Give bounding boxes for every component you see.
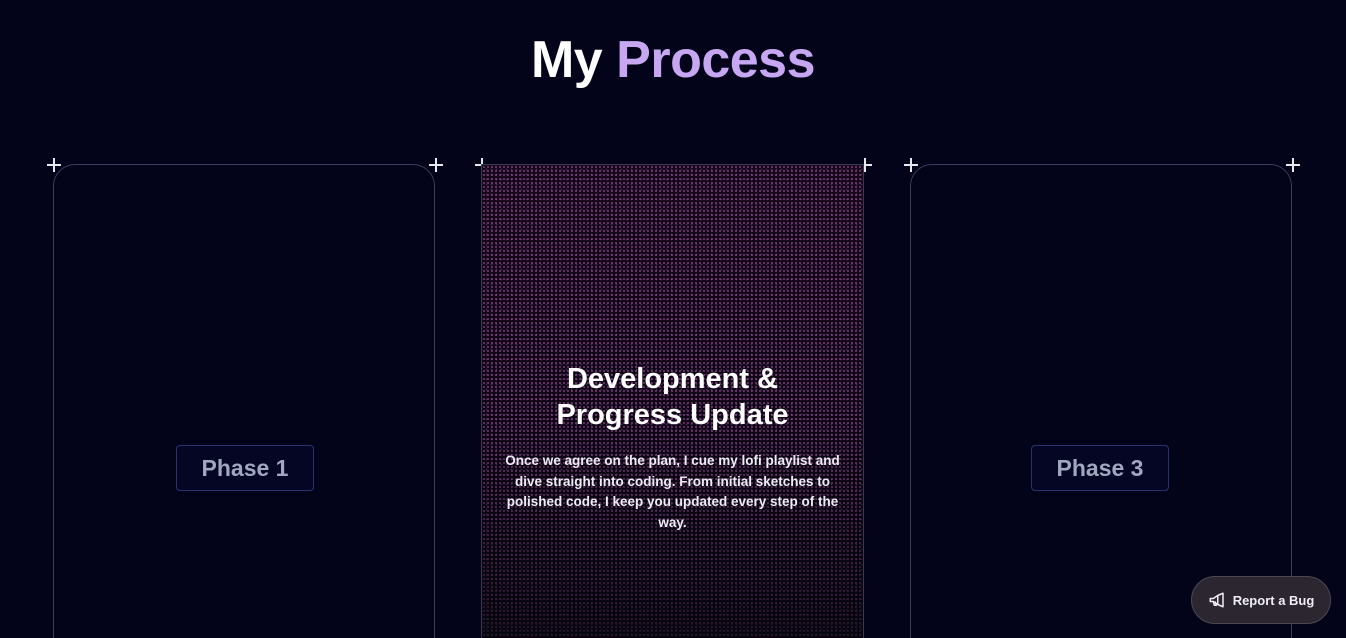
plus-icon xyxy=(1286,158,1300,172)
phase-1-card[interactable]: Phase 1 xyxy=(53,164,435,638)
phase-2-card[interactable]: Development & Progress Update Once we ag… xyxy=(481,164,864,638)
phase-2-description: Once we agree on the plan, I cue my lofi… xyxy=(505,453,840,530)
phase-1-label: Phase 1 xyxy=(176,445,314,491)
report-bug-label: Report a Bug xyxy=(1232,592,1315,608)
report-bug-button[interactable]: Report a Bug xyxy=(1191,576,1331,624)
phase-2-title: Development & Progress Update xyxy=(556,363,789,431)
process-section: My Process Phase 1 Development & Progres… xyxy=(0,0,1346,638)
phase-3-label: Phase 3 xyxy=(1031,445,1169,491)
phase-3-card[interactable]: Phase 3 xyxy=(910,164,1292,638)
title-word-process: Process xyxy=(616,31,816,89)
title-word-my: My xyxy=(530,31,603,89)
page-title: My Process xyxy=(0,28,1346,92)
phase-2-content: Development & Progress Update Once we ag… xyxy=(482,361,863,533)
plus-icon xyxy=(429,158,443,172)
megaphone-icon xyxy=(1208,591,1226,609)
